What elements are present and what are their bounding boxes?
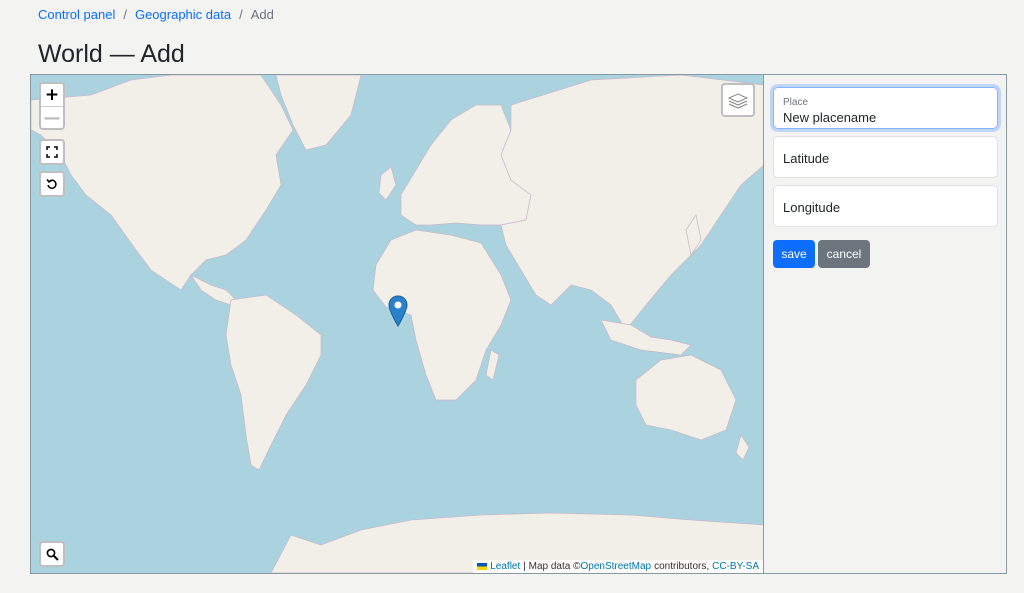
- save-button[interactable]: save: [773, 240, 815, 268]
- map-attribution: Leaflet | Map data © OpenStreetMap contr…: [473, 560, 763, 573]
- openstreetmap-link[interactable]: OpenStreetMap: [580, 561, 651, 572]
- latitude-field[interactable]: Latitude: [773, 136, 998, 178]
- cancel-button[interactable]: cancel: [818, 240, 870, 268]
- longitude-field[interactable]: Longitude: [773, 185, 998, 227]
- longitude-input[interactable]: Longitude: [783, 200, 840, 215]
- leaflet-link[interactable]: Leaflet: [490, 561, 520, 572]
- zoom-out-button[interactable]: —: [41, 106, 63, 128]
- breadcrumb: Control panel / Geographic data / Add: [38, 7, 274, 22]
- place-form-panel: Place New placename Latitude Longitude s…: [765, 75, 1006, 573]
- page-title: World — Add: [38, 40, 185, 68]
- map-marker[interactable]: [388, 295, 408, 332]
- fullscreen-control: [39, 139, 65, 165]
- attribution-contributors: contributors,: [654, 561, 710, 572]
- layers-button[interactable]: [721, 83, 755, 117]
- zoom-control: + —: [39, 82, 65, 130]
- reset-view-icon: [46, 179, 57, 189]
- editor-workspace: + — Leaflet | Map data © OpenStreetMap c…: [30, 74, 1007, 574]
- fullscreen-icon: [46, 146, 58, 158]
- map-view[interactable]: + — Leaflet | Map data © OpenStreetMap c…: [31, 75, 764, 573]
- reset-view-button[interactable]: [41, 173, 63, 195]
- search-control: [39, 541, 65, 567]
- breadcrumb-separator: /: [123, 7, 127, 22]
- reset-view-control: [39, 171, 65, 197]
- fullscreen-button[interactable]: [41, 141, 63, 163]
- zoom-in-button[interactable]: +: [41, 84, 63, 106]
- place-label: Place: [783, 97, 809, 108]
- place-field[interactable]: Place New placename: [773, 87, 998, 129]
- latitude-input[interactable]: Latitude: [783, 151, 829, 166]
- license-link[interactable]: CC-BY-SA: [712, 561, 759, 572]
- place-input[interactable]: New placename: [783, 110, 876, 125]
- breadcrumb-separator: /: [239, 7, 243, 22]
- map-marker-icon: [388, 295, 408, 327]
- breadcrumb-geographic-data[interactable]: Geographic data: [135, 7, 231, 22]
- ukraine-flag-icon: [477, 563, 488, 570]
- layers-icon: [727, 93, 749, 109]
- search-button[interactable]: [41, 543, 63, 565]
- attribution-map-data: | Map data ©: [523, 561, 581, 572]
- breadcrumb-control-panel[interactable]: Control panel: [38, 7, 115, 22]
- search-icon: [46, 548, 59, 561]
- breadcrumb-current: Add: [250, 7, 274, 22]
